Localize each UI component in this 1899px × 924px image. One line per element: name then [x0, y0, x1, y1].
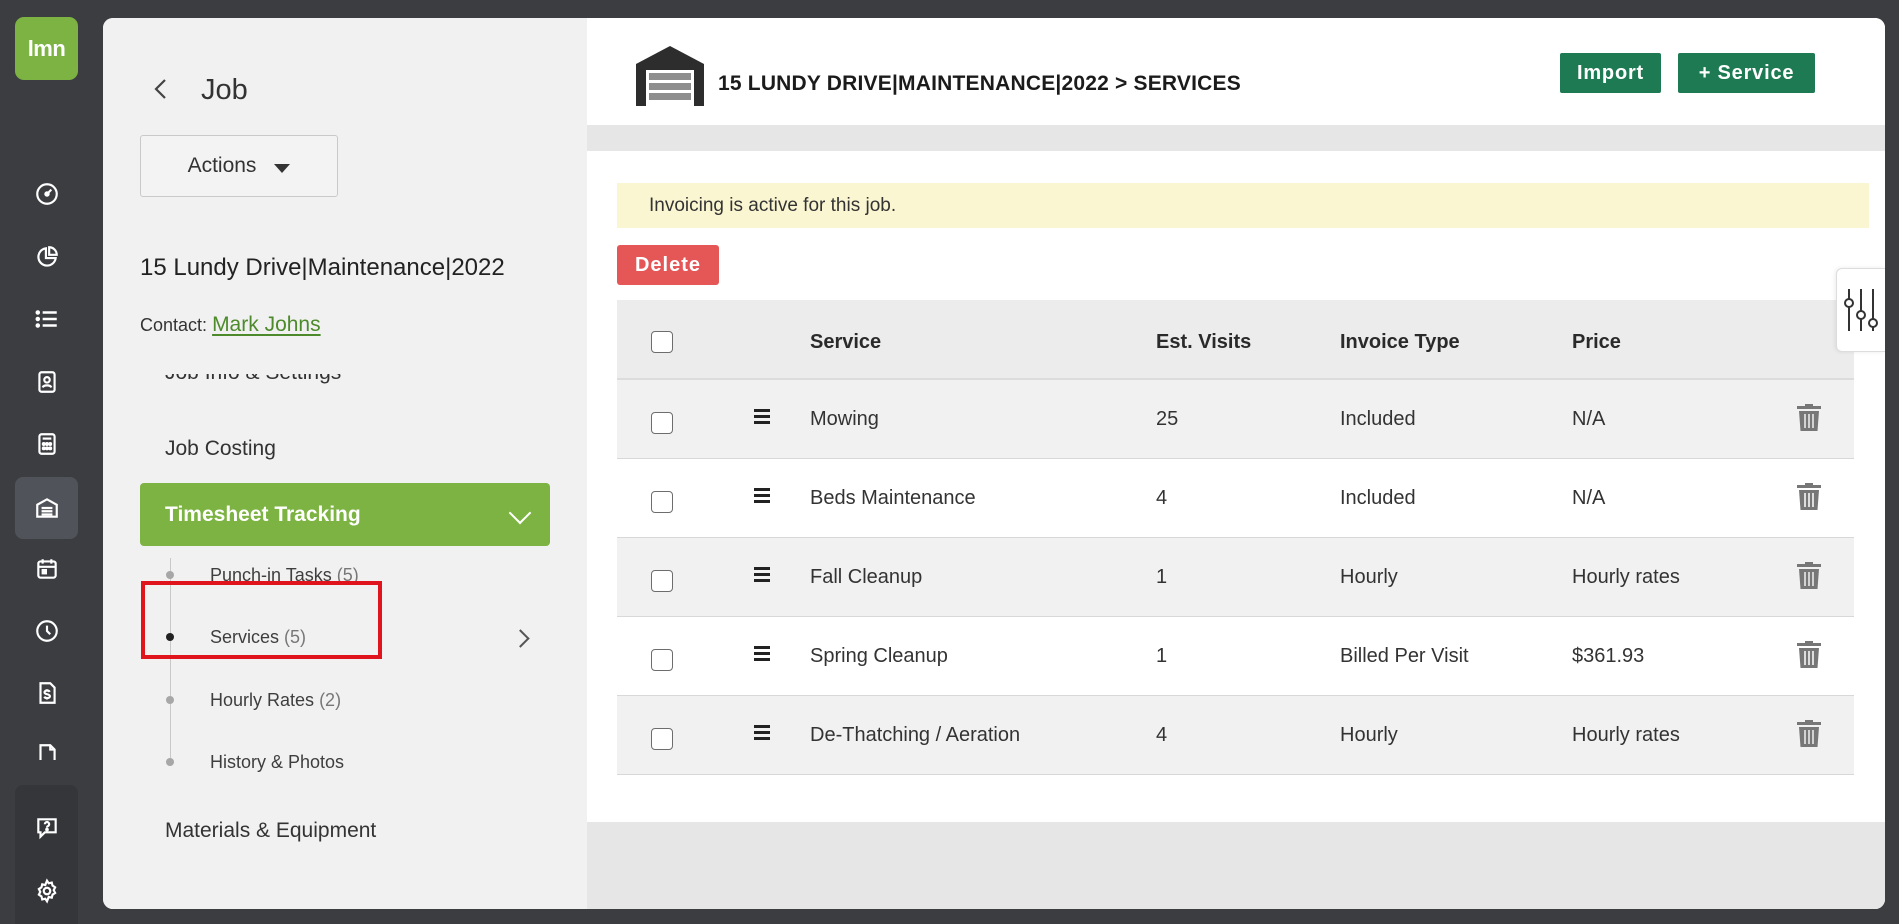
- row-checkbox[interactable]: [651, 412, 673, 434]
- pie-chart-icon[interactable]: [15, 232, 78, 282]
- actions-dropdown[interactable]: Actions: [140, 135, 338, 197]
- page-header: 15 LUNDY DRIVE|MAINTENANCE|2022 > SERVIC…: [587, 18, 1885, 125]
- cell-price: N/A: [1572, 487, 1606, 509]
- nav-timesheet-tracking[interactable]: Timesheet Tracking: [140, 483, 550, 546]
- trash-icon[interactable]: [1797, 404, 1821, 431]
- cell-invoice-type: Billed Per Visit: [1340, 645, 1469, 667]
- table-header: Service Est. Visits Invoice Type Price: [617, 300, 1854, 380]
- cell-service: Mowing: [810, 408, 879, 430]
- nav-materials-equipment[interactable]: Materials & Equipment: [165, 819, 376, 843]
- column-header-est-visits[interactable]: Est. Visits: [1156, 331, 1251, 354]
- job-side-panel: Job Actions 15 Lundy Drive|Maintenance|2…: [103, 18, 587, 909]
- chevron-down-icon: [508, 501, 532, 525]
- back-chevron-icon[interactable]: [151, 74, 171, 104]
- cell-price: Hourly rates: [1572, 724, 1680, 746]
- main-content: 15 LUNDY DRIVE|MAINTENANCE|2022 > SERVIC…: [587, 18, 1885, 909]
- add-service-button[interactable]: + Service: [1678, 53, 1815, 93]
- nav-job-costing[interactable]: Job Costing: [165, 437, 276, 461]
- dashboard-icon[interactable]: [15, 169, 78, 219]
- cell-invoice-type: Included: [1340, 408, 1416, 430]
- table-row[interactable]: Fall Cleanup 1 Hourly Hourly rates: [617, 538, 1854, 617]
- cell-visits: 1: [1156, 645, 1168, 667]
- nav-timesheet-label: Timesheet Tracking: [165, 502, 361, 526]
- jobs-garage-icon[interactable]: [15, 477, 78, 539]
- cell-price: $361.93: [1572, 645, 1645, 667]
- services-table: Service Est. Visits Invoice Type Price M…: [617, 300, 1854, 775]
- clock-icon[interactable]: [15, 606, 78, 656]
- cell-visits: 4: [1156, 724, 1168, 746]
- sub-item-label: Hourly Rates: [210, 690, 315, 710]
- highlight-box: [141, 581, 382, 659]
- sub-item-count: (2): [319, 690, 342, 710]
- row-checkbox[interactable]: [651, 570, 673, 592]
- sub-item-hourly-rates[interactable]: Hourly Rates (2): [210, 690, 341, 711]
- trash-icon[interactable]: [1797, 562, 1821, 589]
- cell-visits: 1: [1156, 566, 1168, 588]
- cell-service: Fall Cleanup: [810, 566, 923, 588]
- tree-dot: [166, 571, 174, 579]
- cell-invoice-type: Hourly: [1340, 724, 1398, 746]
- trash-icon[interactable]: [1797, 641, 1821, 668]
- content-footer-band: [587, 822, 1885, 909]
- help-chat-icon[interactable]: [15, 803, 78, 853]
- lmn-logo[interactable]: lmn: [15, 17, 78, 80]
- app-frame: Job Actions 15 Lundy Drive|Maintenance|2…: [103, 18, 1885, 909]
- invoice-dollar-icon[interactable]: [15, 668, 78, 718]
- job-name: 15 Lundy Drive|Maintenance|2022: [140, 254, 505, 281]
- cell-service: De-Thatching / Aeration: [810, 724, 1021, 746]
- cell-service: Spring Cleanup: [810, 645, 948, 667]
- select-all-checkbox[interactable]: [651, 331, 673, 353]
- sub-item-label: History & Photos: [210, 752, 345, 772]
- breadcrumb: 15 LUNDY DRIVE|MAINTENANCE|2022 > SERVIC…: [718, 72, 1241, 95]
- drag-handle-icon[interactable]: [754, 409, 770, 424]
- delete-button[interactable]: Delete: [617, 245, 719, 285]
- cell-invoice-type: Hourly: [1340, 566, 1398, 588]
- drag-handle-icon[interactable]: [754, 646, 770, 661]
- column-header-service[interactable]: Service: [810, 331, 881, 354]
- table-row[interactable]: De-Thatching / Aeration 4 Hourly Hourly …: [617, 696, 1854, 775]
- column-header-invoice-type[interactable]: Invoice Type: [1340, 331, 1460, 354]
- drag-handle-icon[interactable]: [754, 488, 770, 503]
- app-rail: lmn: [0, 0, 95, 924]
- table-row[interactable]: Spring Cleanup 1 Billed Per Visit $361.9…: [617, 617, 1854, 696]
- column-settings-tab[interactable]: [1836, 268, 1885, 352]
- trash-icon[interactable]: [1797, 720, 1821, 747]
- import-button[interactable]: Import: [1560, 53, 1661, 93]
- header-divider: [587, 125, 1885, 151]
- cell-invoice-type: Included: [1340, 487, 1416, 509]
- sliders-icon: [1844, 289, 1878, 331]
- calendar-icon[interactable]: [15, 544, 78, 594]
- row-checkbox[interactable]: [651, 491, 673, 513]
- garage-icon: [634, 44, 706, 106]
- document-icon[interactable]: [15, 734, 78, 760]
- contact-link[interactable]: Mark Johns: [212, 313, 321, 336]
- invoicing-notice: Invoicing is active for this job.: [617, 183, 1869, 228]
- trash-icon[interactable]: [1797, 483, 1821, 510]
- list-icon[interactable]: [15, 294, 78, 344]
- calculator-icon[interactable]: [15, 419, 78, 469]
- cell-service: Beds Maintenance: [810, 487, 976, 509]
- cell-price: Hourly rates: [1572, 566, 1680, 588]
- tree-dot: [166, 758, 174, 766]
- drag-handle-icon[interactable]: [754, 567, 770, 582]
- drag-handle-icon[interactable]: [754, 725, 770, 740]
- table-row[interactable]: Beds Maintenance 4 Included N/A: [617, 459, 1854, 538]
- table-row[interactable]: Mowing 25 Included N/A: [617, 380, 1854, 459]
- actions-label: Actions: [187, 154, 257, 177]
- contact-label: Contact:: [140, 315, 208, 335]
- sub-item-history-photos[interactable]: History & Photos: [210, 752, 344, 773]
- cell-visits: 25: [1156, 408, 1179, 430]
- contact-card-icon[interactable]: [15, 357, 78, 407]
- cell-price: N/A: [1572, 408, 1606, 430]
- contact-line: Contact: Mark Johns: [140, 313, 321, 337]
- settings-gear-icon[interactable]: [15, 866, 78, 916]
- column-header-price[interactable]: Price: [1572, 331, 1621, 354]
- page-title: Job: [201, 74, 248, 106]
- cell-visits: 4: [1156, 487, 1168, 509]
- caret-down-icon: [274, 163, 291, 173]
- row-checkbox[interactable]: [651, 649, 673, 671]
- tree-dot: [166, 696, 174, 704]
- nav-job-info[interactable]: Job Info & Settings: [165, 374, 341, 385]
- row-checkbox[interactable]: [651, 728, 673, 750]
